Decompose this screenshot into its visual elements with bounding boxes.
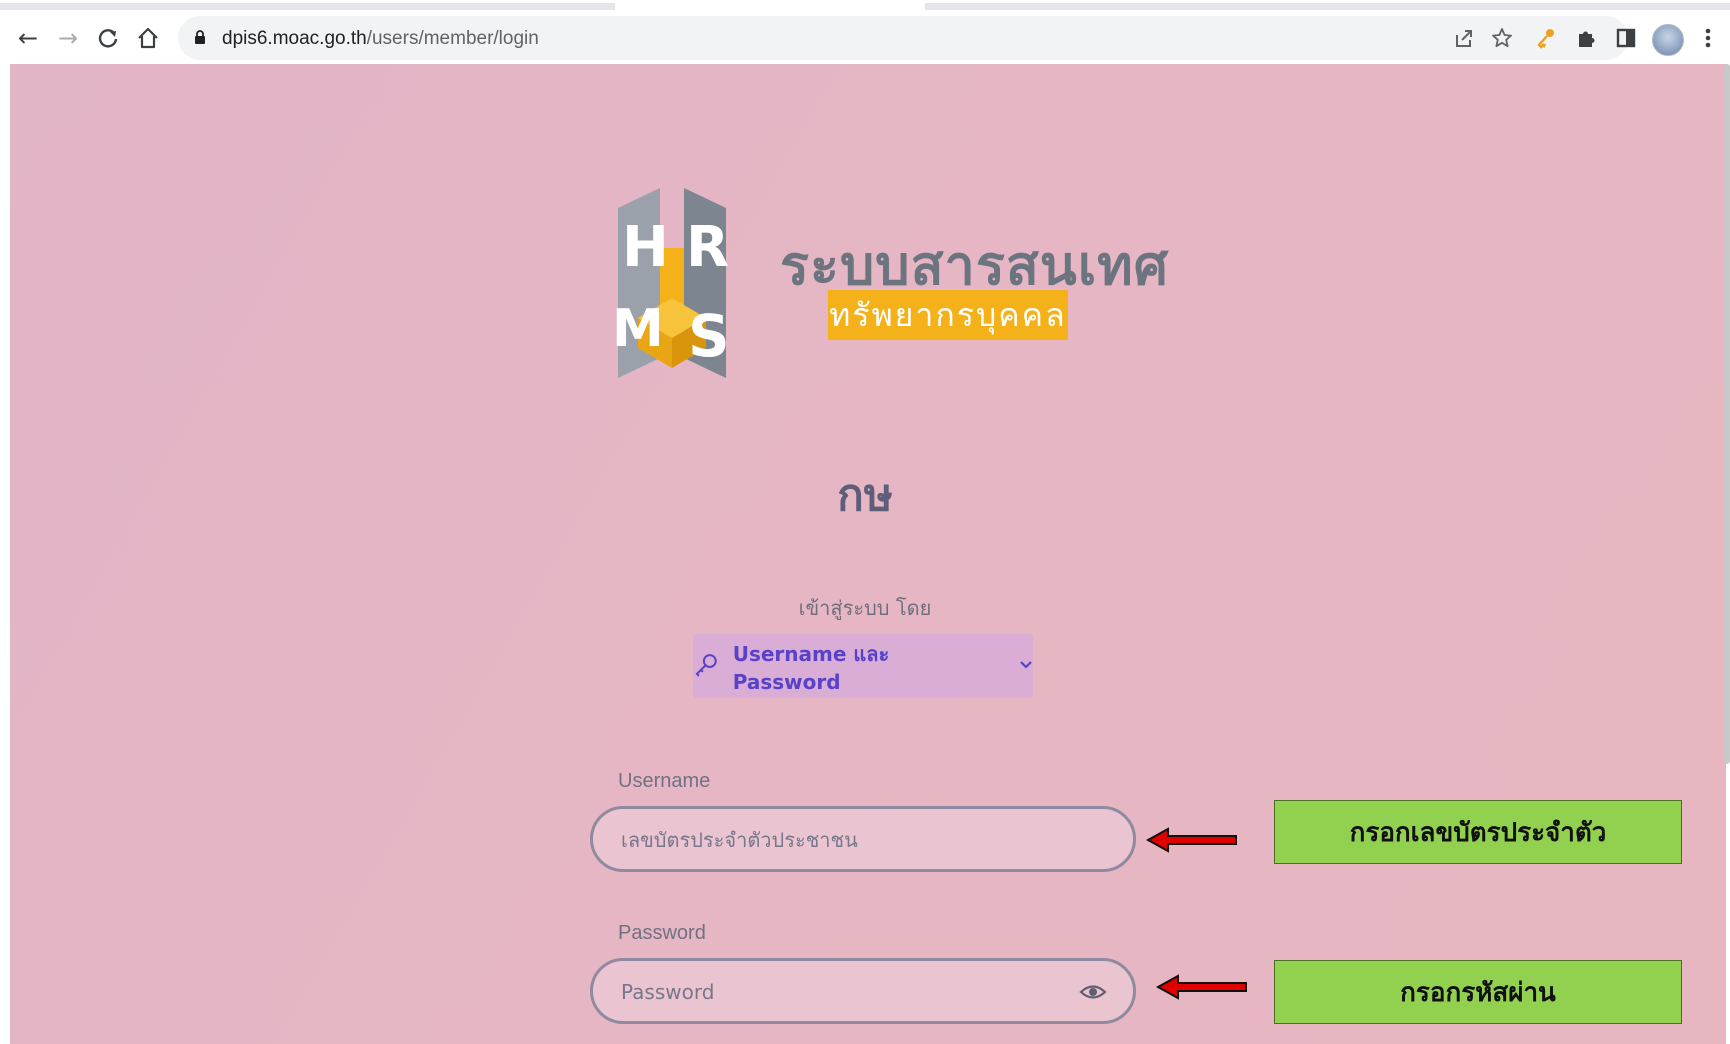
share-icon[interactable] [1450,24,1478,52]
home-icon [138,27,158,49]
star-icon[interactable] [1488,24,1516,52]
reload-button[interactable] [92,22,124,54]
tab-strip [0,0,1730,12]
puzzle-extensions-icon[interactable] [1570,22,1602,54]
password-label: Password [618,922,706,944]
scrollbar[interactable] [1724,64,1730,764]
reload-icon [98,29,118,48]
password-input[interactable] [619,961,1063,1023]
username-label: Username [618,770,711,792]
logo-letter-s: S [688,302,730,370]
password-instruction-note: กรอกรหัสผ่าน [1274,960,1682,1024]
back-button[interactable]: ← [12,22,44,54]
side-panel-icon[interactable] [1610,22,1642,54]
username-instruction-note: กรอกเลขบัตรประจำตัว [1274,800,1682,864]
key-icon [695,654,717,677]
tab-strip-right [925,3,1730,10]
forward-button[interactable]: → [52,22,84,54]
login-by-label: เข้าสู่ระบบ โดย [798,596,932,620]
logo-letter-h: H [622,215,669,280]
menu-dots-icon[interactable] [1692,22,1724,54]
login-method-dropdown[interactable]: Username และ Password [693,634,1033,698]
arrow-left-icon [1145,827,1237,853]
username-field[interactable] [590,806,1136,872]
logo-letter-m: M [612,299,664,359]
browser-toolbar: ← → dpis6.moac.go.th/users/member/login [0,12,1730,64]
chevron-down-icon [1019,658,1033,674]
system-subtitle: ทรัพยากรบุคคล [828,290,1068,340]
hrms-logo-mark: H R M S [612,188,730,378]
login-page [10,64,1726,1044]
url-path: /users/member/login [366,28,539,49]
address-bar[interactable]: dpis6.moac.go.th/users/member/login [178,16,1628,60]
logo-letter-r: R [686,215,729,280]
organization-name: กษ [837,470,893,521]
key-extension-icon[interactable] [1530,22,1562,54]
login-method-label: Username และ Password [732,642,890,694]
arrow-left-icon [1155,974,1247,1000]
password-field[interactable] [590,958,1136,1024]
lock-icon [195,30,205,44]
profile-avatar[interactable] [1652,24,1684,56]
eye-icon[interactable] [1079,981,1107,1003]
home-button[interactable] [132,22,164,54]
url-domain: dpis6.moac.go.th [222,28,367,49]
username-input[interactable] [619,809,1063,871]
url-text[interactable]: dpis6.moac.go.th/users/member/login [222,28,539,50]
tab-strip-left [0,3,615,10]
